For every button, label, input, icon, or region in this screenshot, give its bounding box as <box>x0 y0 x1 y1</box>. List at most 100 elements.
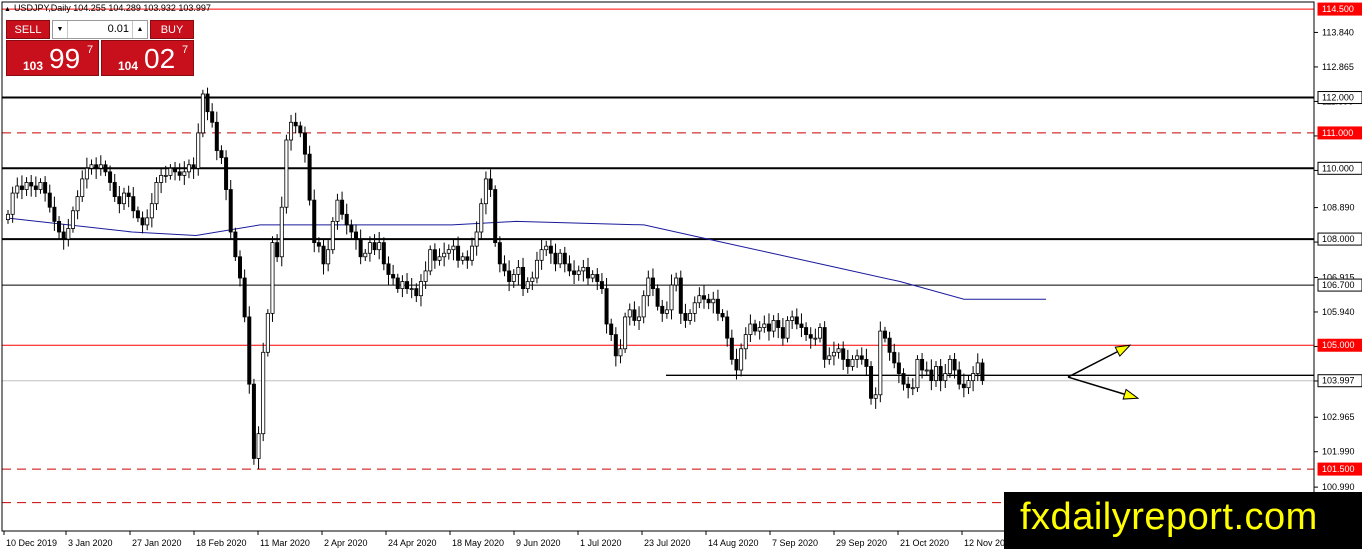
candle-body <box>525 281 530 290</box>
candle-body <box>19 185 24 190</box>
projection-arrowhead <box>1114 344 1132 357</box>
level-price-label: 103.997 <box>1322 376 1355 386</box>
x-tick-label: 18 Feb 2020 <box>196 538 247 548</box>
candle-body <box>743 334 748 350</box>
sell-button[interactable]: SELL <box>6 20 50 39</box>
candle <box>678 270 683 324</box>
candle-body <box>929 369 934 382</box>
collapse-icon[interactable]: ▲ <box>4 6 11 13</box>
candle-body <box>729 337 734 360</box>
candle-body <box>131 196 136 212</box>
candle <box>961 373 966 398</box>
chevron-down-icon[interactable]: ▼ <box>53 21 68 38</box>
candle <box>683 303 688 328</box>
buy-button[interactable]: BUY <box>150 20 194 39</box>
candle <box>479 198 484 239</box>
candle-body <box>405 281 410 290</box>
price-chart[interactable]: 113.840112.865111.890110.915109.940108.8… <box>0 0 1362 553</box>
chart-title: USDJPY,Daily 104.255 104.289 103.932 103… <box>13 3 211 13</box>
candle <box>706 293 711 310</box>
candle <box>743 327 748 360</box>
candle <box>813 328 818 346</box>
candle <box>344 203 349 235</box>
candle-body <box>117 196 122 205</box>
y-tick-label: 112.865 <box>1322 62 1354 72</box>
lot-size-stepper[interactable]: ▼ 0.01 ▲ <box>52 20 148 39</box>
candle-body <box>920 358 925 371</box>
candle <box>214 111 219 161</box>
candle <box>43 176 48 202</box>
candle <box>224 150 229 201</box>
candle <box>674 272 679 292</box>
candle-body <box>275 242 280 258</box>
candle <box>446 244 451 260</box>
candle <box>451 238 456 261</box>
candle-body <box>516 266 521 275</box>
candle-body <box>887 337 892 353</box>
candle-body <box>233 231 238 258</box>
candle-body <box>831 351 836 357</box>
candle-body <box>511 274 516 282</box>
candle <box>177 163 182 181</box>
candle <box>725 310 730 347</box>
candle-body <box>284 139 289 208</box>
candle-body <box>859 355 864 360</box>
buy-price-button[interactable]: 104 02 7 <box>101 40 194 76</box>
candle <box>61 224 66 250</box>
candle-body <box>418 281 423 297</box>
candle <box>456 236 461 268</box>
candle-body <box>780 327 785 339</box>
candle-body <box>298 125 303 134</box>
x-tick-label: 27 Jan 2020 <box>132 538 182 548</box>
candle-body <box>98 164 103 169</box>
candle <box>279 196 284 267</box>
candle <box>432 243 437 269</box>
lot-size-value[interactable]: 0.01 <box>108 21 129 38</box>
candle-body <box>864 358 869 367</box>
candle-body <box>530 277 535 282</box>
candle-body <box>112 182 117 198</box>
candle-body <box>869 366 874 399</box>
candle-body <box>214 121 219 152</box>
candle-body <box>358 238 363 258</box>
candle <box>210 103 215 128</box>
candle <box>363 248 368 262</box>
candle-body <box>57 220 62 233</box>
candle <box>859 347 864 365</box>
chevron-up-icon[interactable]: ▲ <box>132 21 147 38</box>
sell-price-button[interactable]: 103 99 7 <box>6 40 99 76</box>
candle-body <box>70 210 75 229</box>
candle <box>776 313 781 339</box>
y-tick-label: 101.990 <box>1322 447 1355 457</box>
candle-body <box>29 182 34 187</box>
level-lines <box>2 8 1314 504</box>
price-axis: 113.840112.865111.890110.915109.940108.8… <box>1314 2 1362 510</box>
candle-body <box>316 242 321 247</box>
candle <box>442 242 447 267</box>
candle-body <box>149 203 154 219</box>
candle <box>117 186 122 214</box>
candle <box>609 318 614 341</box>
candle-body <box>776 320 781 328</box>
candle-body <box>159 174 164 183</box>
level-price-label: 110.000 <box>1322 163 1354 173</box>
candle-body <box>952 358 957 371</box>
candle <box>548 238 553 264</box>
candle-body <box>534 259 539 279</box>
candle <box>228 179 233 240</box>
candle-body <box>24 182 29 190</box>
candle-body <box>224 157 229 190</box>
candle <box>822 321 827 368</box>
candle <box>929 359 934 391</box>
candle-body <box>581 266 586 272</box>
candle <box>599 273 604 294</box>
candle <box>284 134 289 214</box>
candle <box>140 211 145 234</box>
candle-body <box>89 164 94 169</box>
candle-body <box>785 320 790 339</box>
candle-body <box>715 298 720 314</box>
candle-body <box>196 132 201 169</box>
candle-body <box>177 171 182 176</box>
y-tick-label: 100.990 <box>1322 482 1355 492</box>
candle <box>265 309 270 357</box>
